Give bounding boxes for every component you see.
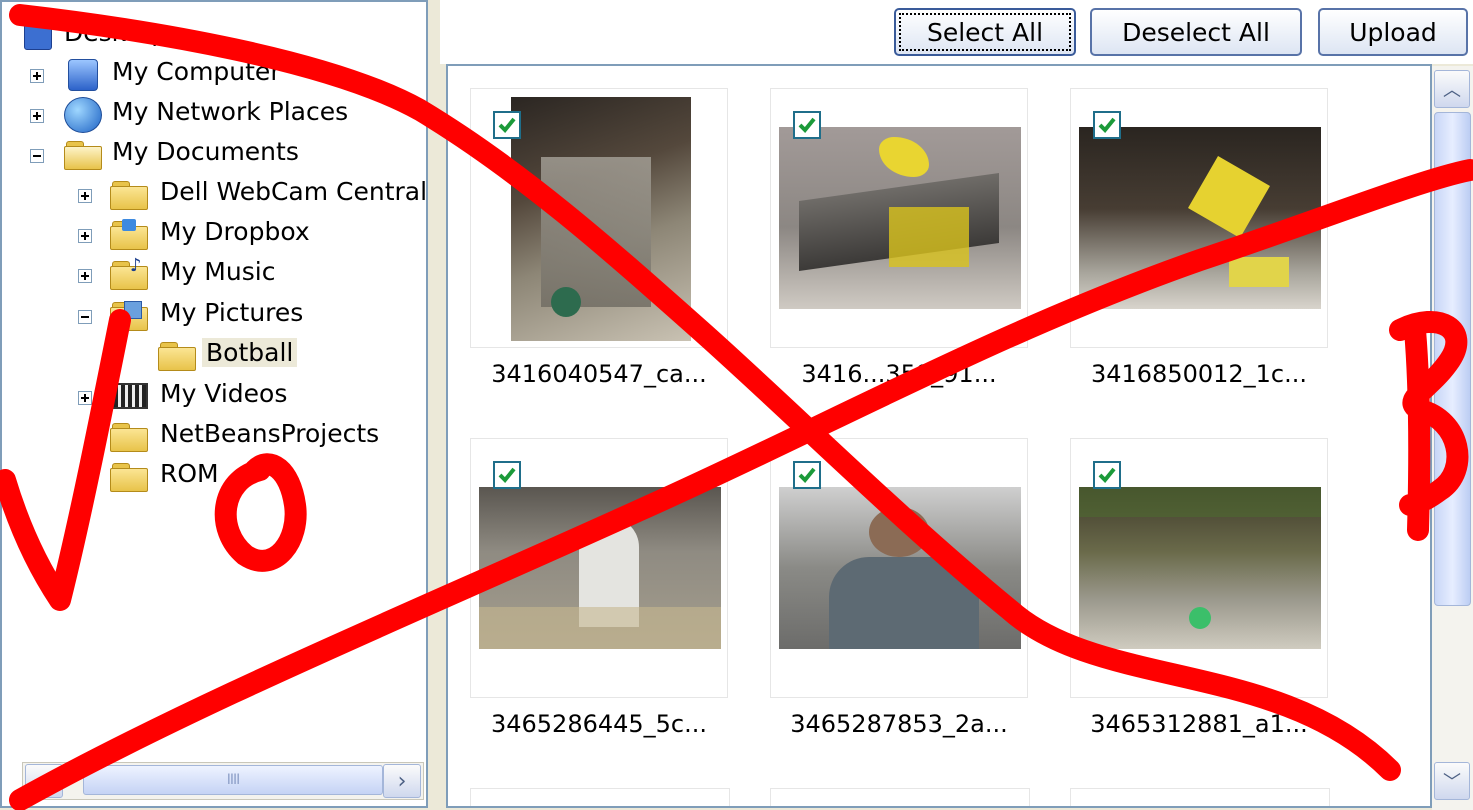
photo-gallery[interactable]: 3416040547_ca... 3416...358_91... 341685… xyxy=(446,64,1432,808)
music-folder-icon: ♪ xyxy=(110,255,148,290)
folder-icon xyxy=(110,421,148,452)
photo-checkbox[interactable] xyxy=(1093,111,1121,139)
checkmark-icon xyxy=(798,117,816,133)
photo-caption: 3465287853_2a... xyxy=(790,710,1008,738)
expand-icon[interactable] xyxy=(78,391,92,405)
checkmark-icon xyxy=(498,467,516,483)
tree-item-label: NetBeansProjects xyxy=(160,419,380,448)
tree-item-label: Desktop xyxy=(64,18,168,47)
collapse-icon[interactable] xyxy=(30,149,44,163)
expand-icon[interactable] xyxy=(78,229,92,243)
tree-item-label: My Network Places xyxy=(112,97,349,126)
scrollbar-thumb[interactable]: IIII xyxy=(83,765,383,795)
tree-item-label: My Dropbox xyxy=(160,217,310,246)
photo-tile[interactable] xyxy=(770,438,1028,698)
photo-tile[interactable] xyxy=(470,788,730,806)
scroll-right-button[interactable]: › xyxy=(383,764,421,798)
video-folder-icon xyxy=(112,383,148,409)
chevron-left-icon: ‹ xyxy=(39,768,49,794)
photo-checkbox[interactable] xyxy=(793,111,821,139)
photo-caption: 3416...358_91... xyxy=(801,360,997,388)
photo-tile[interactable] xyxy=(1070,788,1330,806)
photo-tile[interactable] xyxy=(770,788,1030,806)
photo-tile[interactable] xyxy=(1070,438,1328,698)
tree-item-label: My Videos xyxy=(160,379,288,408)
folder-icon xyxy=(110,179,148,210)
tree-item-label: ROM xyxy=(160,459,219,488)
scroll-down-button[interactable]: ﹀ xyxy=(1434,762,1470,800)
photo-thumbnail xyxy=(511,97,691,341)
expand-icon[interactable] xyxy=(78,189,92,203)
tree-item-label: Dell WebCam Central xyxy=(160,177,428,206)
photo-thumbnail xyxy=(1079,487,1321,649)
scroll-left-button[interactable]: ‹ xyxy=(25,764,63,798)
network-globe-icon xyxy=(64,97,102,133)
photo-checkbox[interactable] xyxy=(493,461,521,489)
pictures-folder-icon xyxy=(110,300,148,331)
photo-caption: 3465286445_5c... xyxy=(490,710,708,738)
tree-item-label: My Documents xyxy=(112,137,299,166)
chevron-right-icon: › xyxy=(397,768,407,794)
photo-caption: 3416850012_1c... xyxy=(1090,360,1308,388)
gallery-vertical-scrollbar[interactable]: ︿ ﹀ xyxy=(1432,66,1473,810)
chevron-up-icon: ︿ xyxy=(1443,80,1461,101)
photo-checkbox[interactable] xyxy=(1093,461,1121,489)
photo-checkbox[interactable] xyxy=(493,111,521,139)
photo-tile[interactable] xyxy=(770,88,1028,348)
checkmark-icon xyxy=(1098,467,1116,483)
checkmark-icon xyxy=(498,117,516,133)
deselect-all-button[interactable]: Deselect All xyxy=(1090,8,1302,56)
folder-icon xyxy=(158,340,196,371)
scroll-up-button[interactable]: ︿ xyxy=(1434,70,1470,108)
dropbox-folder-icon xyxy=(110,219,148,250)
photo-tile[interactable] xyxy=(1070,88,1328,348)
photo-thumbnail xyxy=(779,127,1021,309)
photo-thumbnail xyxy=(779,487,1021,649)
photo-checkbox[interactable] xyxy=(793,461,821,489)
photo-tile[interactable] xyxy=(470,438,728,698)
expand-icon[interactable] xyxy=(30,109,44,123)
tree-item-label: My Computer xyxy=(112,57,281,86)
photo-thumbnail xyxy=(1079,127,1321,309)
documents-folder-icon xyxy=(64,139,102,170)
tree-item-label: My Pictures xyxy=(160,298,304,327)
photo-thumbnail xyxy=(479,487,721,649)
checkmark-icon xyxy=(798,467,816,483)
toolbar: Select All Deselect All Upload xyxy=(440,0,1473,64)
tree-item-label: Botball xyxy=(202,338,298,367)
photo-tile[interactable] xyxy=(470,88,728,348)
tree-horizontal-scrollbar[interactable]: ‹ IIII › xyxy=(22,762,424,800)
photo-caption: 3465312881_a1... xyxy=(1090,710,1308,738)
folder-icon xyxy=(110,461,148,492)
photo-caption: 3416040547_ca... xyxy=(491,360,707,388)
desktop-icon xyxy=(24,24,52,50)
expand-icon[interactable] xyxy=(30,69,44,83)
chevron-down-icon: ﹀ xyxy=(1443,772,1461,793)
checkmark-icon xyxy=(1098,117,1116,133)
collapse-icon[interactable] xyxy=(78,310,92,324)
tree-item-label: My Music xyxy=(160,257,276,286)
computer-icon xyxy=(68,59,98,91)
expand-icon[interactable] xyxy=(78,471,92,485)
scrollbar-thumb[interactable] xyxy=(1434,112,1471,606)
expand-icon[interactable] xyxy=(78,269,92,283)
select-all-button[interactable]: Select All xyxy=(894,8,1076,56)
upload-button[interactable]: Upload xyxy=(1318,8,1468,56)
folder-tree-pane[interactable]: Desktop My Computer My Network Places My… xyxy=(0,0,428,808)
